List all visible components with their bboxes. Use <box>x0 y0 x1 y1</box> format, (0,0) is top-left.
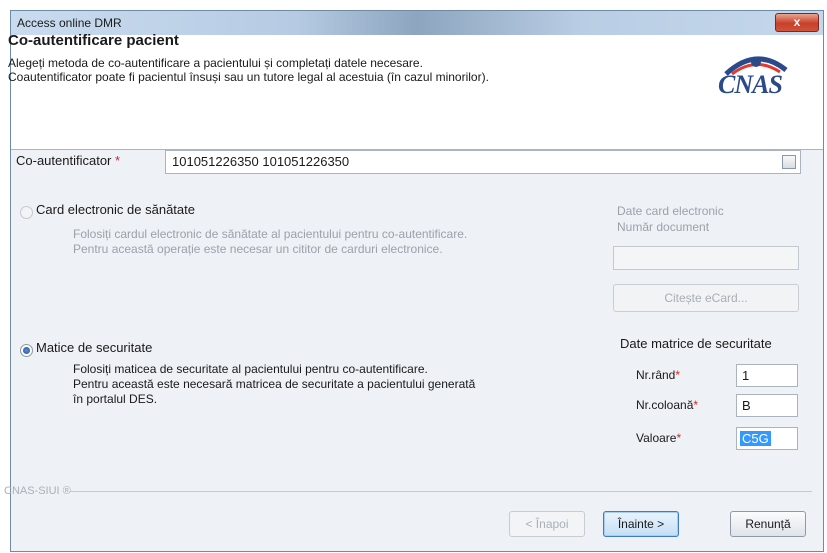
column-value: B <box>742 398 751 413</box>
next-button[interactable]: Înainte > <box>603 511 679 537</box>
matrix-desc-line-1: Folosiți maticea de securitate al pacien… <box>73 362 428 376</box>
header-panel <box>11 35 823 150</box>
required-marker: * <box>675 368 681 382</box>
value-label: Valoare* <box>636 431 681 445</box>
row-input[interactable]: 1 <box>736 364 798 387</box>
card-option-radio[interactable] <box>20 206 33 219</box>
card-option-description: Folosiți cardul electronic de sănătate a… <box>73 227 467 257</box>
matrix-option-description: Folosiți maticea de securitate al pacien… <box>73 362 475 407</box>
card-desc-line-2: Pentru această operație este necesar un … <box>73 242 443 256</box>
page-description: Alegeți metoda de co-autentificare a pac… <box>8 56 489 84</box>
required-marker: * <box>693 398 699 412</box>
matrix-option-label: Matice de securitate <box>36 340 153 355</box>
close-button[interactable]: x <box>775 13 819 32</box>
coauth-label-text: Co-autentificator <box>16 153 112 168</box>
coauth-value: 101051226350 101051226350 <box>172 154 350 169</box>
column-label: Nr.coloană* <box>636 398 698 412</box>
description-line-2: Coautentificator poate fi pacientul însu… <box>8 70 489 84</box>
matrix-desc-line-3: în portalul DES. <box>73 392 158 406</box>
matrix-option-radio[interactable] <box>20 344 33 357</box>
card-desc-line-1: Folosiți cardul electronic de sănătate a… <box>73 227 468 241</box>
value-input[interactable]: C5G <box>736 427 798 450</box>
row-label-text: Nr.rând <box>636 368 676 382</box>
description-line-1: Alegeți metoda de co-autentificare a pac… <box>8 56 423 70</box>
dialog-window: Access online DMR x <box>10 10 824 552</box>
cancel-button[interactable]: Renunță <box>730 511 806 537</box>
cnas-logo: CNAS <box>718 44 794 104</box>
card-option-label: Card electronic de sănătate <box>36 202 195 217</box>
footer-brand: CNAS-SIUI ® <box>4 485 71 497</box>
card-doc-label: Număr document <box>617 220 710 234</box>
back-button[interactable]: < Înapoi <box>509 511 585 537</box>
value-label-text: Valoare <box>636 431 677 445</box>
column-label-text: Nr.coloană <box>636 398 694 412</box>
required-marker: * <box>676 431 682 445</box>
required-marker: * <box>115 153 121 168</box>
card-data-title: Date card electronic <box>617 204 724 218</box>
coauth-field[interactable]: 101051226350 101051226350 <box>165 150 801 174</box>
cnas-logo-text: CNAS <box>718 70 783 99</box>
card-doc-field[interactable] <box>613 246 799 270</box>
close-icon: x <box>793 15 801 29</box>
footer-divider <box>70 491 812 492</box>
row-value: 1 <box>742 368 750 383</box>
matrix-data-title: Date matrice de securitate <box>620 336 772 351</box>
window-title: Access online DMR <box>17 16 122 30</box>
coauth-label: Co-autentificator * <box>16 153 120 168</box>
column-input[interactable]: B <box>736 394 798 417</box>
matrix-desc-line-2: Pentru această este necesară matricea de… <box>73 377 476 391</box>
page-title: Co-autentificare pacient <box>8 32 179 49</box>
row-label: Nr.rând* <box>636 368 680 382</box>
read-ecard-button[interactable]: Citește eCard... <box>613 284 799 312</box>
value-value: C5G <box>740 431 771 446</box>
ellipsis-icon[interactable] <box>782 155 796 169</box>
card-data-panel: Date card electronic Număr document <box>617 203 724 235</box>
